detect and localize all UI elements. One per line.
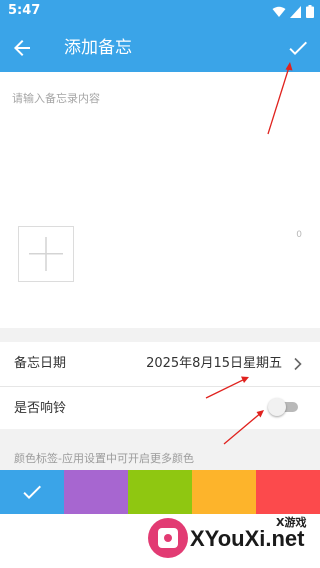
arrow-back-icon: [14, 40, 30, 56]
gamepad-logo-icon: [148, 518, 188, 558]
check-icon: [289, 41, 307, 55]
status-time: 5:47: [8, 3, 41, 18]
signal-icon: [290, 5, 301, 18]
wifi-icon: [272, 6, 286, 17]
memo-date-value: 2025年8月15日星期五: [146, 356, 282, 371]
swatch-blue[interactable]: [0, 470, 64, 514]
ring-toggle[interactable]: [268, 398, 298, 416]
color-swatches: [0, 470, 320, 514]
swatch-red[interactable]: [256, 470, 320, 514]
memo-content-input[interactable]: [12, 90, 308, 210]
check-icon: [23, 485, 41, 499]
battery-icon: [306, 5, 314, 18]
status-bar: 5:47: [0, 0, 320, 24]
chevron-right-icon: [294, 357, 302, 371]
swatch-green[interactable]: [128, 470, 192, 514]
ring-label: 是否响铃: [14, 401, 67, 416]
swatch-purple[interactable]: [64, 470, 128, 514]
page-title: 添加备忘: [64, 38, 132, 58]
memo-date-label: 备忘日期: [14, 356, 67, 371]
add-image-button[interactable]: [18, 226, 74, 282]
status-icons: [272, 5, 314, 18]
char-count: 0: [296, 230, 302, 240]
ring-row: 是否响铃: [0, 387, 320, 429]
confirm-button[interactable]: [286, 36, 310, 60]
memo-editor: 0: [0, 72, 320, 328]
memo-date-row[interactable]: 备忘日期 2025年8月15日星期五: [0, 342, 320, 386]
swatch-orange[interactable]: [192, 470, 256, 514]
plus-icon: [29, 237, 63, 271]
color-hint: 颜色标签-应用设置中可开启更多颜色: [14, 452, 194, 465]
watermark: X游戏 XYouXi.net: [148, 514, 318, 566]
toggle-thumb: [268, 398, 286, 416]
back-button[interactable]: [10, 36, 34, 60]
app-bar: 添加备忘: [0, 24, 320, 72]
watermark-text: XYouXi.net: [190, 526, 305, 551]
